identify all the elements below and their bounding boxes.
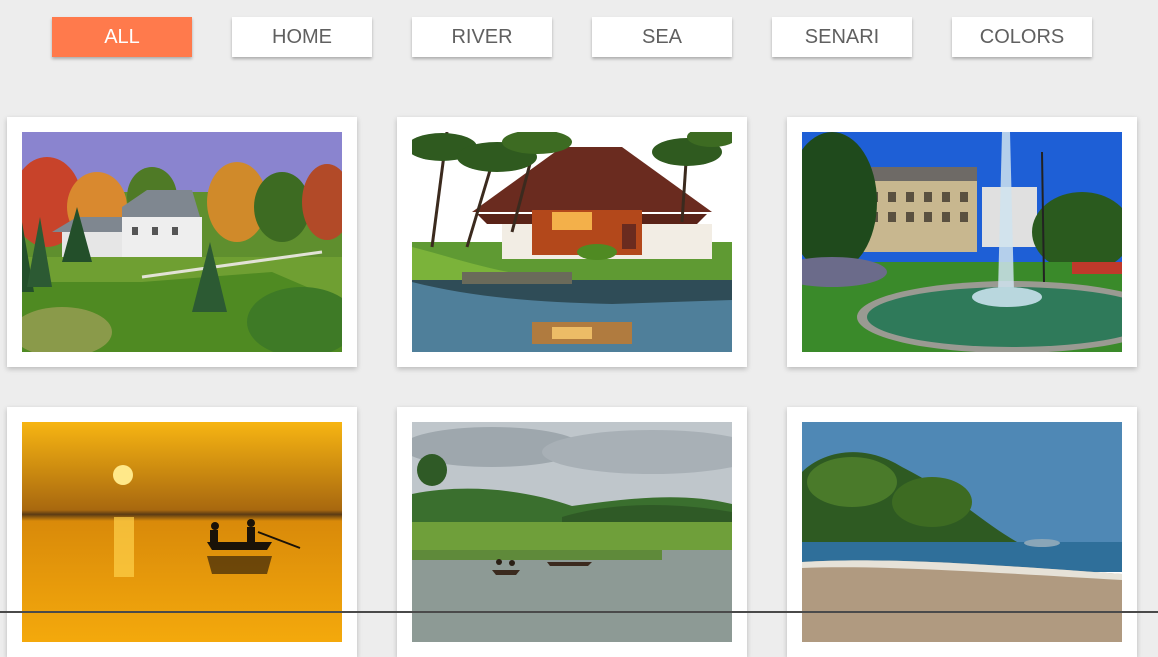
gallery-card	[397, 117, 747, 367]
kerala-river-house-image[interactable]	[412, 132, 732, 352]
beach-picture	[802, 422, 1122, 642]
gallery-card	[397, 407, 747, 657]
filter-all-button[interactable]: ALL	[52, 17, 192, 57]
sunset-picture	[22, 422, 342, 642]
sea-beach-image[interactable]	[802, 422, 1122, 642]
fountain-picture	[802, 132, 1122, 352]
country-house-picture	[22, 132, 342, 352]
gallery-card	[787, 117, 1137, 367]
filter-home-button[interactable]: HOME	[232, 17, 372, 57]
filter-senari-button[interactable]: SENARI	[772, 17, 912, 57]
filter-river-button[interactable]: RIVER	[412, 17, 552, 57]
river-boats-picture	[412, 422, 732, 642]
river-boats-image[interactable]	[412, 422, 732, 642]
filter-colors-button[interactable]: COLORS	[952, 17, 1092, 57]
filter-sea-button[interactable]: SEA	[592, 17, 732, 57]
city-fountain-image[interactable]	[802, 132, 1122, 352]
gallery-card	[787, 407, 1137, 657]
country-house-image[interactable]	[22, 132, 342, 352]
river-house-picture	[412, 132, 732, 352]
filter-bar: ALL HOME RIVER SEA SENARI COLORS	[0, 0, 1158, 80]
gallery-card	[7, 117, 357, 367]
gallery-card	[7, 407, 357, 657]
sunset-boat-image[interactable]	[22, 422, 342, 642]
